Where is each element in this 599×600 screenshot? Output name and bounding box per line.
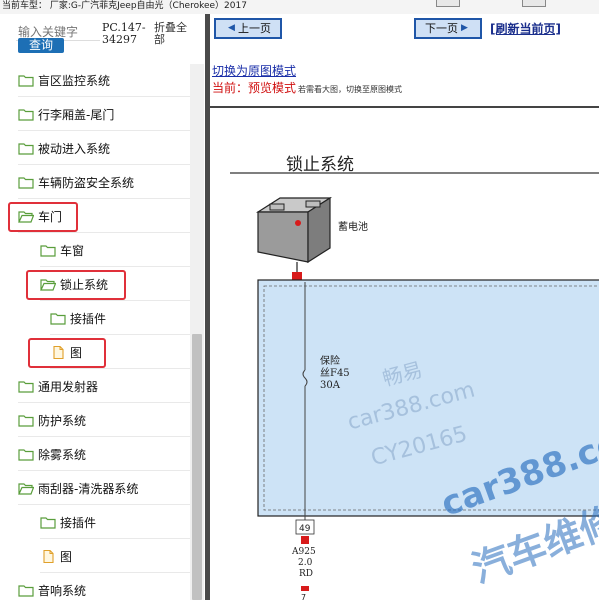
folder-icon [18,74,34,87]
wire-size: 2.0 [298,558,313,568]
folder-icon [18,414,34,427]
folder-open-icon [18,482,34,495]
diagram-title: 锁止系统 [286,155,354,175]
folder-icon [40,244,56,257]
folder-icon [18,584,34,597]
tree-item[interactable]: 行李厢盖-尾门 [18,98,190,131]
window-title-bar: 当前车型： 厂家:G-广汽菲克Jeep自由光（Cherokee）2017 [0,0,599,15]
tree-item-label: 通用发射器 [38,379,99,394]
tree-item[interactable]: 图 [40,540,190,573]
tree-item-label: 除雾系统 [38,447,87,462]
folder-icon [18,176,34,189]
vehicle-title: 当前车型： 厂家:G-广汽菲克Jeep自由光（Cherokee）2017 [2,1,247,11]
wire-color: RD [299,569,313,579]
mode-prefix: 当前： [212,81,249,95]
tree-item[interactable]: 防护系统 [18,404,190,437]
arrow-left-icon: ◀ [228,23,235,33]
wire-code: A925 [291,547,316,557]
highlight-frame [26,270,126,300]
fuse-label: 30A [320,380,341,391]
tree-item-label: 行李厢盖-尾门 [38,107,115,122]
tree-item[interactable]: 接插件 [50,302,190,335]
tree-item-label: 图 [60,549,73,564]
battery-label: 蓄电池 [338,220,368,233]
bottom-pin-number: 7 [301,593,306,600]
sidebar-scrollbar-thumb[interactable] [192,334,202,600]
content-pane: ◀ 上一页 下一页 ▶ [刷新当前页] 切换为原图模式 当前：预览模式 若需看大图… [210,14,599,600]
tree-item[interactable]: 盲区监控系统 [18,64,190,97]
battery-icon [255,196,333,264]
folder-icon [18,142,34,155]
tree-item-label: 雨刮器-清洗器系统 [38,481,139,496]
tree-item-label: 防护系统 [38,413,87,428]
next-page-button[interactable]: 下一页 ▶ [414,18,482,39]
connector-terminal [301,586,309,591]
tree-item-label: 音响系统 [38,583,87,598]
search-result-id: PC.147-34297 [102,21,146,46]
sidebar: 查询 PC.147-34297 折叠全部 盲区监控系统 行李厢盖-尾门 被动进入… [0,14,206,600]
tree-item-label: 车窗 [60,243,85,258]
tree-item[interactable]: 接插件 [40,506,190,539]
tree-item-label: 接插件 [60,515,97,530]
connector-terminal [301,536,309,544]
pin-number: 49 [299,524,311,534]
prev-page-label: 上一页 [237,22,271,35]
collapse-all-link[interactable]: 折叠全部 [154,22,194,46]
separator [210,106,599,108]
fuse-label: 保险 [320,354,340,367]
folder-icon [18,448,34,461]
page-nav-bar: ◀ 上一页 下一页 ▶ [刷新当前页] [210,14,599,44]
folder-icon [18,380,34,393]
mode-status: 当前：预览模式 若需看大图，切换至原图模式 [212,79,402,96]
tree-item[interactable]: 车窗 [40,234,190,267]
highlight-frame [28,338,106,368]
search-button[interactable]: 查询 [18,38,64,53]
highlight-frame [8,202,78,232]
folder-icon [40,516,56,529]
top-control-button[interactable] [436,0,460,7]
arrow-right-icon: ▶ [461,23,468,33]
tree-item[interactable]: 被动进入系统 [18,132,190,165]
tree-item[interactable]: 除雾系统 [18,438,190,471]
refresh-page-link[interactable]: [刷新当前页] [490,20,561,37]
mode-note: 若需看大图，切换至原图模式 [298,85,403,94]
tree-item-label: 车辆防盗安全系统 [38,175,135,190]
next-page-label: 下一页 [425,22,459,35]
folder-icon [50,312,66,325]
tree-item-label: 盲区监控系统 [38,73,111,88]
document-icon [43,549,54,563]
prev-page-button[interactable]: ◀ 上一页 [214,18,282,39]
folder-icon [18,108,34,121]
tree-item[interactable]: 音响系统 [18,574,190,600]
tree-item-label: 被动进入系统 [38,141,111,156]
tree-item[interactable]: 通用发射器 [18,370,190,403]
tree-item-label: 接插件 [70,311,107,326]
top-control-button[interactable] [522,0,546,7]
tree-item[interactable]: 车辆防盗安全系统 [18,166,190,199]
fuse-label: 丝F45 [320,367,350,379]
mode-name: 预览模式 [248,81,297,95]
switch-original-mode-link[interactable]: 切换为原图模式 [212,62,296,79]
tree-item[interactable]: 雨刮器-清洗器系统 [18,472,190,505]
